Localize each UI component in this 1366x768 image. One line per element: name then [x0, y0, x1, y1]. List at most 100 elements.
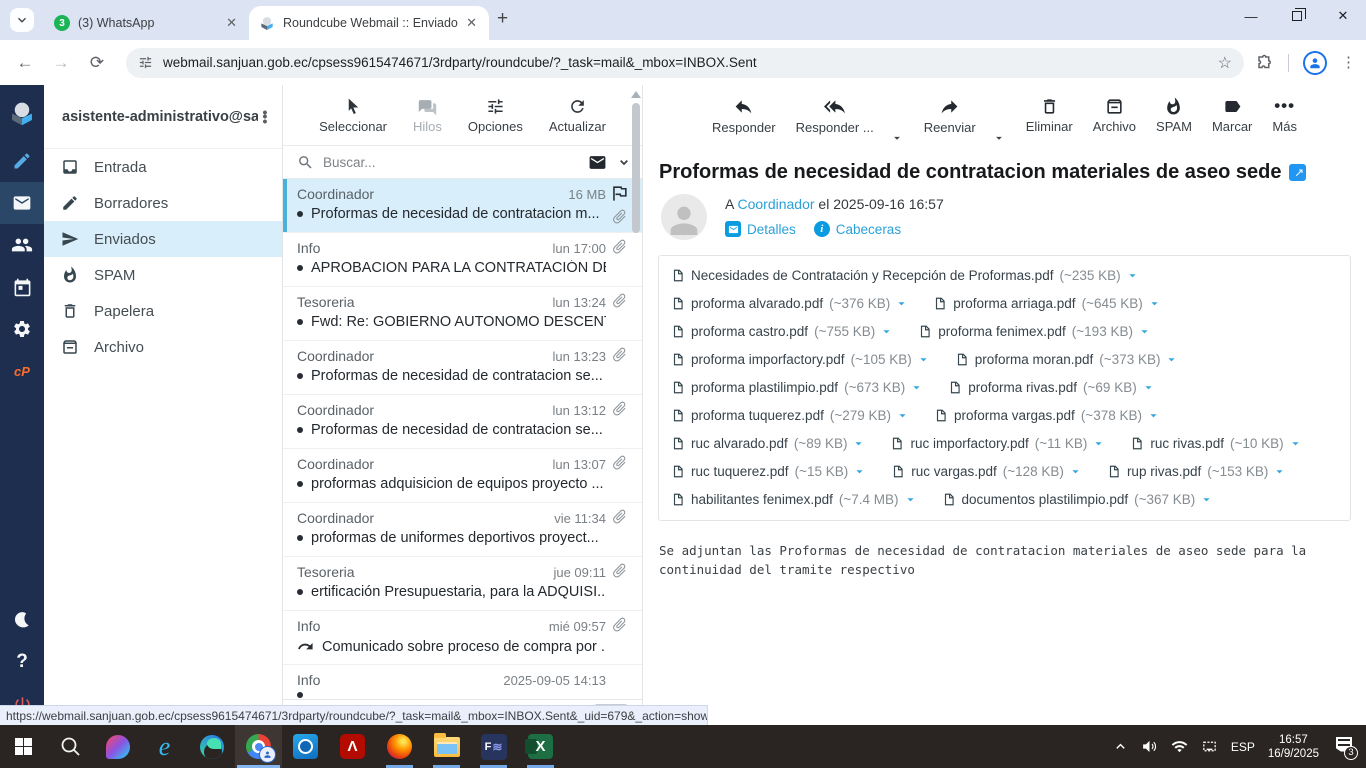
attachment-dropdown-icon[interactable]	[894, 296, 909, 311]
spam-button[interactable]: SPAM	[1156, 97, 1192, 134]
recipient-link[interactable]: Coordinador	[737, 196, 814, 212]
attachment-name[interactable]: proforma fenimex.pdf	[938, 324, 1066, 339]
taskbar-copilot-button[interactable]	[94, 725, 141, 768]
attachment-name[interactable]: documentos plastilimpio.pdf	[962, 492, 1129, 507]
taskbar-file-explorer-button[interactable]	[423, 725, 470, 768]
attachment-item[interactable]: proforma vargas.pdf (~378 KB)	[934, 408, 1161, 423]
start-button[interactable]	[0, 725, 47, 768]
tab-whatsapp[interactable]: 3 (3) WhatsApp ✕	[44, 6, 249, 40]
attachment-item[interactable]: rup rivas.pdf (~153 KB)	[1107, 464, 1287, 479]
reply-all-dropdown-icon[interactable]	[890, 131, 904, 145]
sidebar-item-enviados[interactable]: Enviados	[44, 221, 282, 257]
scroll-up-icon[interactable]	[631, 91, 641, 98]
attachment-name[interactable]: proforma tuquerez.pdf	[691, 408, 824, 423]
message-row[interactable]: Info 2025-09-05 14:13	[283, 665, 642, 699]
attachment-dropdown-icon[interactable]	[916, 352, 931, 367]
back-button[interactable]: ←	[10, 48, 40, 78]
url-text[interactable]: webmail.sanjuan.gob.ec/cpsess9615474671/…	[163, 55, 1218, 70]
language-indicator[interactable]: ESP	[1231, 740, 1255, 754]
headers-toggle[interactable]: i Cabeceras	[813, 221, 901, 237]
reply-button[interactable]: Responder	[712, 96, 776, 135]
attachment-item[interactable]: proforma imporfactory.pdf (~105 KB)	[671, 352, 931, 367]
search-input[interactable]	[323, 154, 579, 170]
message-row[interactable]: Coordinador lun 13:07 proformas adquisic…	[283, 449, 642, 503]
forward-button[interactable]: Reenviar	[924, 96, 976, 135]
attachment-dropdown-icon[interactable]	[1164, 352, 1179, 367]
attachment-item[interactable]: habilitantes fenimex.pdf (~7.4 MB)	[671, 492, 918, 507]
attachment-dropdown-icon[interactable]	[851, 436, 866, 451]
details-toggle[interactable]: Detalles	[725, 221, 796, 237]
options-button[interactable]: Opciones	[468, 97, 523, 134]
taskbar-excel-button[interactable]: X	[517, 725, 564, 768]
help-button[interactable]: ?	[0, 641, 44, 683]
site-info-icon[interactable]	[138, 55, 153, 70]
list-scrollbar[interactable]	[630, 85, 642, 725]
volume-icon[interactable]	[1141, 738, 1158, 755]
more-button[interactable]: ••• Más	[1272, 96, 1297, 134]
sidebar-item-entrada[interactable]: Entrada	[44, 149, 282, 185]
open-in-new-icon[interactable]	[1289, 164, 1307, 181]
taskbar-acrobat-button[interactable]: Λ	[329, 725, 376, 768]
taskbar-fes-app-button[interactable]: F ≋	[470, 725, 517, 768]
tab-close-icon[interactable]: ✕	[464, 13, 479, 33]
attachment-dropdown-icon[interactable]	[1288, 436, 1303, 451]
attachment-name[interactable]: ruc tuquerez.pdf	[691, 464, 789, 479]
touch-keyboard-icon[interactable]	[1201, 738, 1218, 755]
attachment-name[interactable]: ruc alvarado.pdf	[691, 436, 788, 451]
message-row[interactable]: Info lun 17:00 APROBACION PARA LA CONTRA…	[283, 233, 642, 287]
attachment-item[interactable]: proforma alvarado.pdf (~376 KB)	[671, 296, 909, 311]
sidebar-item-papelera[interactable]: Papelera	[44, 293, 282, 329]
attachment-item[interactable]: ruc tuquerez.pdf (~15 KB)	[671, 464, 867, 479]
sidebar-item-archivo[interactable]: Archivo	[44, 329, 282, 365]
new-tab-button[interactable]: +	[497, 8, 508, 30]
delete-button[interactable]: Eliminar	[1026, 97, 1073, 134]
attachment-dropdown-icon[interactable]	[1137, 324, 1152, 339]
attachment-dropdown-icon[interactable]	[1199, 492, 1214, 507]
flag-icon[interactable]	[610, 184, 629, 203]
restore-button[interactable]	[1274, 0, 1320, 32]
attachment-name[interactable]: proforma vargas.pdf	[954, 408, 1075, 423]
threads-button[interactable]: Hilos	[413, 97, 442, 134]
refresh-button[interactable]: Actualizar	[549, 97, 606, 134]
attachment-item[interactable]: documentos plastilimpio.pdf (~367 KB)	[942, 492, 1215, 507]
dark-mode-toggle[interactable]	[0, 599, 44, 641]
mark-button[interactable]: Marcar	[1212, 97, 1252, 134]
attachment-dropdown-icon[interactable]	[1091, 436, 1106, 451]
profile-icon[interactable]	[1303, 50, 1327, 75]
attachment-item[interactable]: proforma moran.pdf (~373 KB)	[955, 352, 1180, 367]
attachment-item[interactable]: ruc rivas.pdf (~10 KB)	[1130, 436, 1302, 451]
attachment-dropdown-icon[interactable]	[1068, 464, 1083, 479]
contacts-nav-button[interactable]	[0, 224, 44, 266]
attachment-name[interactable]: ruc rivas.pdf	[1150, 436, 1224, 451]
browser-menu-icon[interactable]: ⋮	[1341, 55, 1356, 70]
attachment-name[interactable]: proforma plastilimpio.pdf	[691, 380, 838, 395]
clock[interactable]: 16:57 16/9/2025	[1268, 733, 1319, 761]
message-row[interactable]: Coordinador vie 11:34 proformas de unifo…	[283, 503, 642, 557]
attachment-item[interactable]: proforma plastilimpio.pdf (~673 KB)	[671, 380, 924, 395]
taskbar-firefox-button[interactable]	[376, 725, 423, 768]
taskbar-outlook-button[interactable]	[282, 725, 329, 768]
message-row[interactable]: Coordinador 16 MB Proformas de necesidad…	[283, 179, 642, 233]
attachment-name[interactable]: proforma imporfactory.pdf	[691, 352, 845, 367]
calendar-nav-button[interactable]	[0, 266, 44, 308]
taskbar-edge-button[interactable]	[188, 725, 235, 768]
account-menu-icon[interactable]: • • •	[258, 105, 272, 128]
attachment-name[interactable]: ruc imporfactory.pdf	[910, 436, 1028, 451]
taskbar-internet-explorer-button[interactable]: e	[141, 725, 188, 768]
archive-button[interactable]: Archivo	[1093, 97, 1136, 134]
minimize-button[interactable]: —	[1228, 0, 1274, 32]
attachment-dropdown-icon[interactable]	[903, 492, 918, 507]
attachment-name[interactable]: proforma castro.pdf	[691, 324, 808, 339]
mail-nav-button[interactable]	[0, 182, 44, 224]
attachment-name[interactable]: Necesidades de Contratación y Recepción …	[691, 268, 1053, 283]
attachment-dropdown-icon[interactable]	[1125, 268, 1140, 283]
sidebar-item-spam[interactable]: SPAM	[44, 257, 282, 293]
attachment-item[interactable]: ruc alvarado.pdf (~89 KB)	[671, 436, 866, 451]
message-row[interactable]: Coordinador lun 13:12 Proformas de neces…	[283, 395, 642, 449]
search-scope-mail-icon[interactable]	[588, 153, 607, 172]
forward-button[interactable]: →	[46, 48, 76, 78]
attachment-dropdown-icon[interactable]	[909, 380, 924, 395]
cpanel-button[interactable]: cP	[0, 350, 44, 392]
attachment-name[interactable]: proforma rivas.pdf	[968, 380, 1077, 395]
notification-center-button[interactable]: 3	[1332, 736, 1358, 760]
